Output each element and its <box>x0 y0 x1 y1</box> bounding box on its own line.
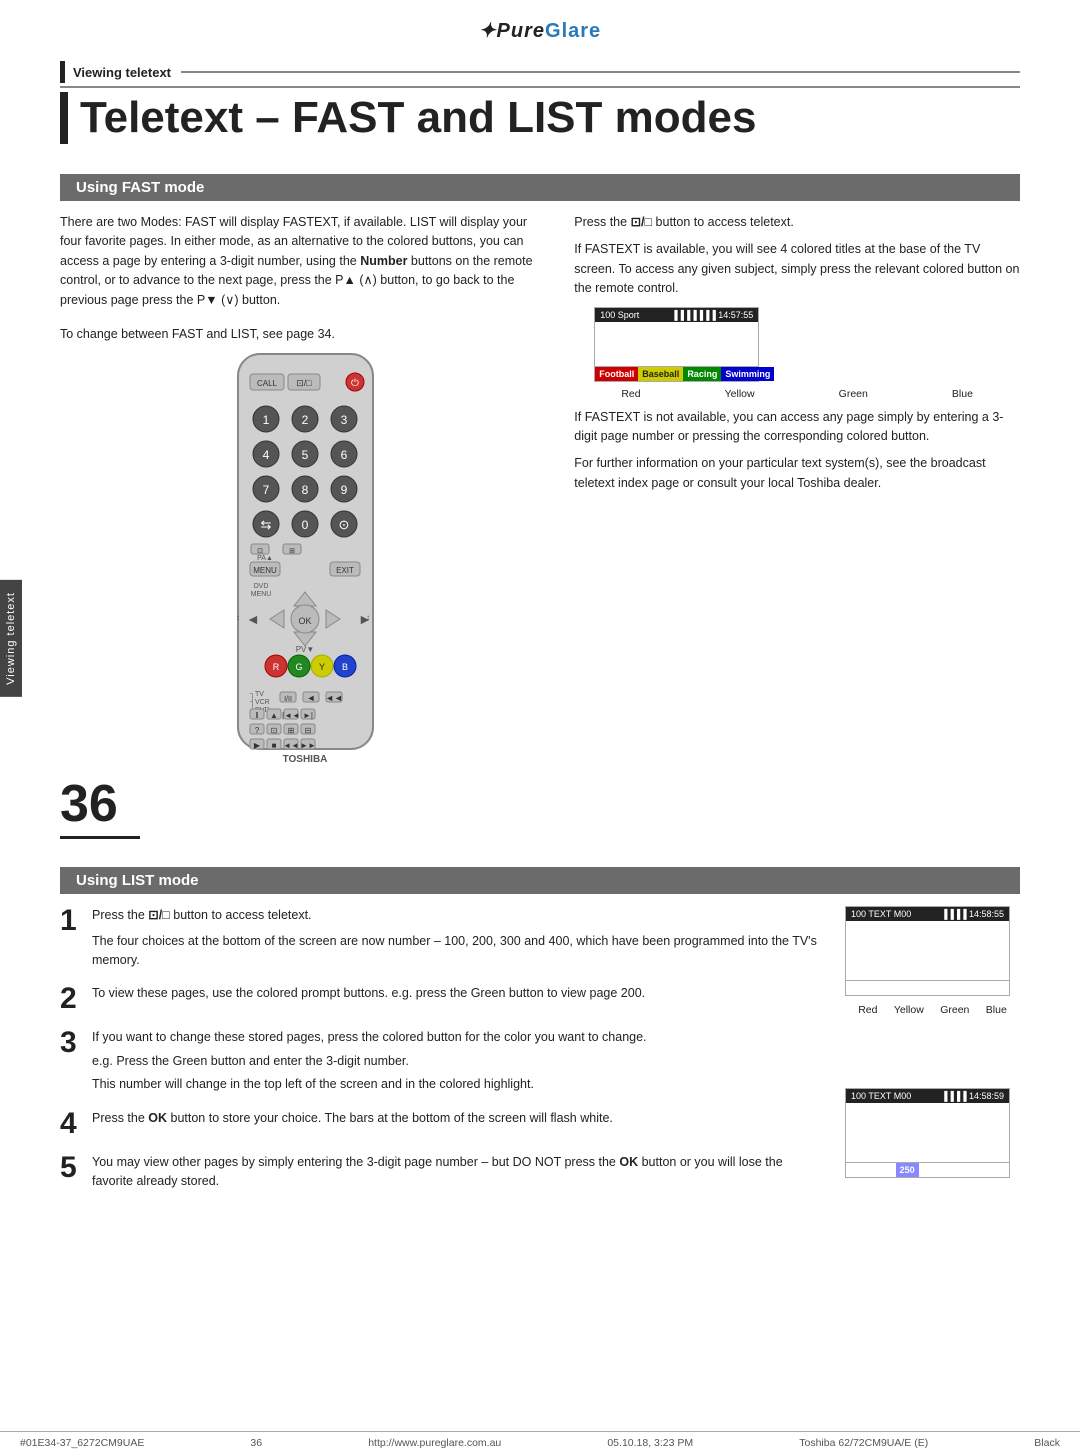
page-header: ✦PureGlare <box>0 0 1080 51</box>
footer-left: #01E34-37_6272CM9UAE <box>20 1437 144 1449</box>
svg-text:⇆: ⇆ <box>260 517 271 532</box>
fast-mode-left: There are two Modes: FAST will display F… <box>60 213 550 849</box>
svg-text:⊟: ⊟ <box>304 726 311 735</box>
color-labels-fast: Red Yellow Green Blue <box>574 388 1020 400</box>
svg-text:EXIT: EXIT <box>336 566 354 575</box>
svg-text:▲: ▲ <box>270 711 278 720</box>
svg-text:?: ? <box>254 726 259 735</box>
svg-text:⊞: ⊞ <box>287 726 294 735</box>
footer-right-date: 05.10.18, 3:23 PM <box>607 1437 693 1449</box>
svg-text:1: 1 <box>262 413 269 427</box>
svg-text:I/II: I/II <box>284 696 292 703</box>
svg-text:◄◄: ◄◄ <box>325 693 343 703</box>
footer-right-model: Toshiba 62/72CM9UA/E (E) <box>799 1437 928 1449</box>
svg-text:◄: ◄ <box>306 693 315 703</box>
svg-text:4: 4 <box>262 448 269 462</box>
list-step-5: 5 You may view other pages by simply ent… <box>60 1153 827 1192</box>
list-mode-section-label: Using LIST mode <box>60 867 1020 894</box>
fast-right-text4: For further information on your particul… <box>574 454 1020 493</box>
svg-text:|◄◄: |◄◄ <box>282 711 300 720</box>
list-step-4: 4 Press the OK button to store your choi… <box>60 1109 827 1139</box>
tv-body-1 <box>595 322 758 362</box>
svg-text:┤VCR: ┤VCR <box>249 697 270 707</box>
svg-text:DVD: DVD <box>253 583 268 590</box>
tv-bottom-bar-1: Football Baseball Racing Swimming <box>595 366 758 381</box>
svg-text:CALL: CALL <box>257 379 278 388</box>
svg-text:⊞: ⊞ <box>289 548 295 555</box>
list-step-3: 3 If you want to change these stored pag… <box>60 1028 827 1094</box>
svg-text:Y: Y <box>319 662 325 672</box>
svg-text:R: R <box>272 662 279 672</box>
fast-mode-section-label: Using FAST mode <box>60 174 1020 201</box>
svg-text:3: 3 <box>340 413 347 427</box>
fast-right-text3: If FASTEXT is not available, you can acc… <box>574 408 1020 447</box>
fast-right-text2: If FASTEXT is available, you will see 4 … <box>574 240 1020 298</box>
svg-text:▶: ▶ <box>254 741 261 750</box>
list-step-1: 1 Press the ⊡/□ button to access teletex… <box>60 906 827 970</box>
main-content: Viewing teletext Teletext – FAST and LIS… <box>0 51 1080 1215</box>
fast-mode-content: There are two Modes: FAST will display F… <box>60 213 1020 849</box>
svg-text:◄: ◄ <box>246 611 260 627</box>
footer-center-url: http://www.pureglare.com.au <box>368 1437 501 1449</box>
side-tab: Viewing teletext <box>0 580 22 697</box>
section-eyebrow: Viewing teletext <box>60 61 1020 88</box>
tv-screen-list-1: 100 TEXT M00 ▐▐▐▐ 14:58:55 100 200 300 4… <box>845 906 1010 996</box>
remote-svg: CALL ⊡/□ ⏻ 1 2 3 <box>208 344 403 764</box>
page-title: Teletext – FAST and LIST modes <box>60 92 1020 144</box>
list-step-2: 2 To view these pages, use the colored p… <box>60 984 827 1014</box>
fast-mode-text2: To change between FAST and LIST, see pag… <box>60 325 550 344</box>
svg-text:7: 7 <box>262 483 269 497</box>
svg-text:OK: OK <box>298 616 311 626</box>
logo: ✦PureGlare <box>479 20 601 42</box>
fast-mode-text1: There are two Modes: FAST will display F… <box>60 213 550 310</box>
color-labels-list-1: Red Yellow Green Blue <box>845 1004 1020 1016</box>
footer-color: Black <box>1034 1437 1060 1449</box>
svg-text:G: G <box>295 662 302 672</box>
tv-screen-list-3: 100 TEXT M00 ▐▐▐▐ 14:58:59 100 250 320 4… <box>845 1088 1010 1178</box>
svg-text:↕: ↕ <box>236 613 240 622</box>
tv-screen-fast: 100 Sport ▐▐▐▐▐▐▐ 14:57:55 Football Base… <box>594 307 759 382</box>
svg-text:◄◄: ◄◄ <box>283 741 299 750</box>
list-tv-screens: 100 TEXT M00 ▐▐▐▐ 14:58:55 100 200 300 4… <box>845 906 1020 1205</box>
svg-text:⏻: ⏻ <box>351 378 359 389</box>
footer-center-page: 36 <box>250 1437 262 1449</box>
svg-text:8: 8 <box>301 483 308 497</box>
svg-text:■: ■ <box>271 741 276 750</box>
svg-text:↕: ↕ <box>366 613 370 622</box>
svg-text:►►: ►► <box>300 741 316 750</box>
svg-text:2: 2 <box>301 413 308 427</box>
svg-text:⊡/□: ⊡/□ <box>296 378 312 388</box>
remote-image: CALL ⊡/□ ⏻ 1 2 3 <box>60 344 550 764</box>
svg-text:‖: ‖ <box>255 711 258 720</box>
page-number: 36 <box>60 774 140 839</box>
tv-top-bar-1: 100 Sport ▐▐▐▐▐▐▐ 14:57:55 <box>595 308 758 322</box>
list-steps: 1 Press the ⊡/□ button to access teletex… <box>60 906 827 1205</box>
svg-text:0: 0 <box>301 518 308 532</box>
fast-mode-right: Press the ⊡/□ button to access teletext.… <box>574 213 1020 849</box>
svg-text:9: 9 <box>340 483 347 497</box>
svg-text:⊡: ⊡ <box>270 726 277 735</box>
list-mode-content: 1 Press the ⊡/□ button to access teletex… <box>60 906 1020 1205</box>
svg-text:►|: ►| <box>303 711 313 720</box>
eyebrow-text: Viewing teletext <box>73 65 171 80</box>
section-line <box>181 71 1020 73</box>
footer: #01E34-37_6272CM9UAE 36 http://www.pureg… <box>0 1431 1080 1454</box>
svg-text:PV▼: PV▼ <box>295 645 314 654</box>
fast-right-text1: Press the ⊡/□ button to access teletext. <box>574 213 1020 232</box>
svg-text:TOSHIBA: TOSHIBA <box>282 754 327 764</box>
svg-text:┐TV: ┐TV <box>249 691 264 698</box>
svg-text:⊡: ⊡ <box>257 548 263 555</box>
svg-text:⊙: ⊙ <box>338 517 349 532</box>
svg-text:6: 6 <box>340 448 347 462</box>
svg-text:B: B <box>342 662 348 672</box>
svg-text:5: 5 <box>301 448 308 462</box>
page-wrapper: ✦PureGlare Viewing teletext Viewing tele… <box>0 0 1080 1454</box>
svg-text:MENU: MENU <box>253 566 277 575</box>
svg-text:PA▲: PA▲ <box>257 555 273 562</box>
svg-text:MENU: MENU <box>250 591 271 598</box>
